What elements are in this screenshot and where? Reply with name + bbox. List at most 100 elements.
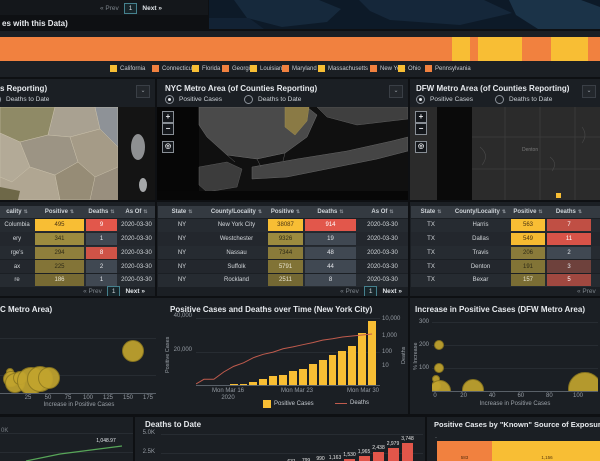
chart-title: Positive Cases and Deaths over Time (New… <box>170 305 372 314</box>
table-row[interactable]: NYNassau7344482020-03-30 <box>158 246 408 259</box>
table-row[interactable]: NYWestchester9326192020-03-30 <box>158 232 408 245</box>
column-header[interactable]: As Of⇅ <box>118 206 155 218</box>
map-locate-icon[interactable]: ◎ <box>415 141 427 153</box>
column-header-label: As Of <box>125 209 141 215</box>
legend-item-positive-cases[interactable]: Positive Cases <box>263 400 314 408</box>
nyc-county-map[interactable] <box>157 107 408 200</box>
table-cell: 495 <box>34 219 85 232</box>
column-header[interactable]: Positive⇅ <box>34 206 85 218</box>
sort-icon: ⇅ <box>143 209 147 215</box>
column-header[interactable] <box>592 206 600 218</box>
table-row[interactable]: NYNew York City380879142020-03-30 <box>158 219 408 232</box>
table-row[interactable]: rge's29482020-03-30 <box>0 246 155 259</box>
map-locate-icon[interactable]: ◎ <box>162 141 174 153</box>
table-cell: TX <box>411 246 451 259</box>
legend-item-florida[interactable]: Florida <box>192 65 220 72</box>
map-zoom-in-button[interactable]: + <box>162 111 174 123</box>
legend-label: Pennsylvania <box>435 66 471 72</box>
table-cell: NY <box>158 274 206 287</box>
prev-button[interactable]: « Prev <box>577 288 596 295</box>
page-number[interactable]: 1 <box>107 286 121 296</box>
column-header[interactable]: County/Locality⇅ <box>206 206 267 218</box>
table-row[interactable]: TXBexar1575 <box>411 274 600 287</box>
legend-label: Connecticut <box>162 66 194 72</box>
column-header[interactable]: As Of⇅ <box>357 206 408 218</box>
radio-deaths-to-date[interactable]: Deaths to Date <box>495 95 552 104</box>
column-header-label: Positive <box>271 209 294 215</box>
map-zoom-in-button[interactable]: + <box>415 111 427 123</box>
table-row[interactable]: TXHarris5637 <box>411 219 600 232</box>
table-row[interactable]: Columbia49592020-03-30 <box>0 219 155 232</box>
table-row[interactable]: TXTravis2062 <box>411 246 600 259</box>
column-header[interactable]: Positive⇅ <box>510 206 546 218</box>
column-header[interactable]: Deaths⇅ <box>304 206 357 218</box>
covid-dashboard: « Prev 1 Next » es with this Data) Calif… <box>0 0 600 461</box>
panel-menu-dropdown[interactable]: ⌄ <box>389 85 403 98</box>
prev-button[interactable]: « Prev <box>340 288 359 295</box>
radio-circle <box>0 95 1 104</box>
legend-item-massachusetts[interactable]: Massachusetts <box>318 65 368 72</box>
column-header[interactable]: Positive⇅ <box>267 206 304 218</box>
heat-cell: 9 <box>86 219 117 231</box>
counties-table: State⇅County/Locality⇅Positive⇅Deaths⇅As… <box>158 206 408 287</box>
legend-item-louisiana[interactable]: Louisiana <box>250 65 286 72</box>
map-mode-radios: Positive Cases Deaths to Date <box>165 95 323 104</box>
table-row[interactable]: re18612020-03-30 <box>0 274 155 287</box>
legend-item-deaths[interactable]: Deaths <box>335 400 369 406</box>
prev-button[interactable]: « Prev <box>83 288 102 295</box>
column-header[interactable]: State⇅ <box>411 206 451 218</box>
sort-icon: ⇅ <box>258 209 262 215</box>
next-button[interactable]: Next » <box>142 5 162 12</box>
radio-positive-cases[interactable]: Positive Cases <box>165 95 222 104</box>
legend-item-california[interactable]: California <box>110 65 145 72</box>
page-number[interactable]: 1 <box>124 3 138 14</box>
map-zoom-out-button[interactable]: − <box>415 123 427 135</box>
legend-swatch <box>370 65 377 72</box>
radio-positive-cases[interactable]: Positive Cases <box>416 95 473 104</box>
table-row[interactable]: NYRockland251182020-03-30 <box>158 274 408 287</box>
dfw-county-map[interactable]: Denton <box>410 107 600 200</box>
legend-item-georgia[interactable]: Georgia <box>222 65 253 72</box>
column-header-label: County/Locality <box>211 209 256 215</box>
column-header[interactable]: cality⇅ <box>0 206 34 218</box>
y-axis-label-left: Positive Cases <box>165 337 171 373</box>
table-cell: 2020-03-30 <box>118 274 155 287</box>
bubble <box>38 367 60 389</box>
table-row[interactable]: TXDallas54911 <box>411 232 600 245</box>
table-cell: 38087 <box>267 219 304 232</box>
radio-deaths-to-date[interactable]: Deaths to Date <box>2 95 49 104</box>
table-row[interactable]: ery34112020-03-30 <box>0 232 155 245</box>
column-header[interactable]: State⇅ <box>158 206 206 218</box>
prev-button[interactable]: « Prev <box>100 5 119 12</box>
sort-icon: ⇅ <box>578 209 582 215</box>
deaths-line <box>196 318 380 385</box>
column-header[interactable]: Deaths⇅ <box>546 206 592 218</box>
next-button[interactable]: Next » <box>382 288 402 295</box>
next-button[interactable]: Next » <box>125 288 145 295</box>
table-row[interactable]: NYSuffolk5791442020-03-30 <box>158 260 408 273</box>
legend-item-ohio[interactable]: Ohio <box>398 65 421 72</box>
legend-item-pennsylvania[interactable]: Pennsylvania <box>425 65 471 72</box>
page-number[interactable]: 1 <box>364 286 378 296</box>
panel-menu-dropdown[interactable]: ⌄ <box>136 85 150 98</box>
radio-circle <box>416 95 425 104</box>
legend-swatch <box>282 65 289 72</box>
legend-swatch <box>110 65 117 72</box>
table-cell <box>592 274 600 287</box>
us-map-thumbnail[interactable] <box>209 0 600 29</box>
panel-menu-dropdown[interactable]: ⌄ <box>582 85 596 98</box>
table-row[interactable]: ax22522020-03-30 <box>0 260 155 273</box>
radio-deaths-to-date[interactable]: Deaths to Date <box>244 95 301 104</box>
table-cell: 2511 <box>267 274 304 287</box>
map-zoom-out-button[interactable]: − <box>162 123 174 135</box>
legend-item-connecticut[interactable]: Connecticut <box>152 65 194 72</box>
header-left-panel: « Prev 1 Next » <box>0 0 208 15</box>
table-cell: NY <box>158 246 206 259</box>
legend-item-maryland[interactable]: Maryland <box>282 65 317 72</box>
column-header-label: Deaths <box>556 209 576 215</box>
table-row[interactable]: TXDenton1913 <box>411 260 600 273</box>
column-header[interactable]: Deaths⇅ <box>85 206 118 218</box>
dc-county-map[interactable] <box>0 107 155 200</box>
column-header[interactable]: County/Locality⇅ <box>451 206 510 218</box>
bubble <box>434 340 444 350</box>
